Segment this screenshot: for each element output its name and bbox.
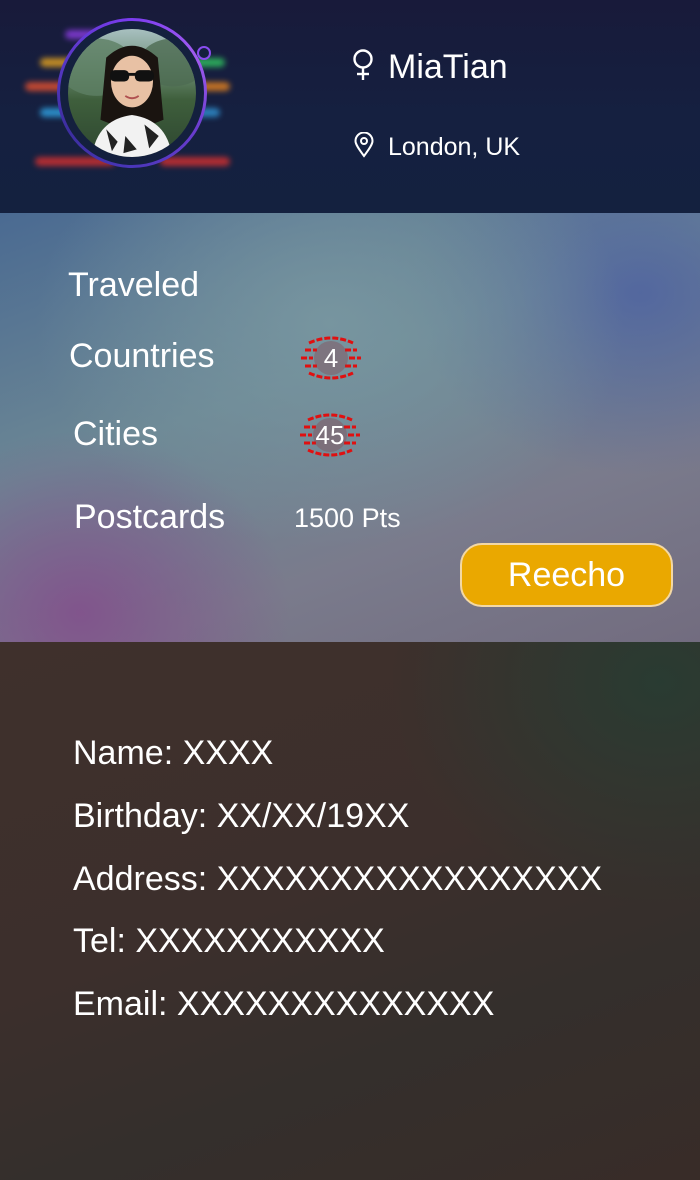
map-pin-icon (354, 131, 374, 163)
info-tel: Tel: XXXXXXXXXXX (73, 922, 385, 960)
cities-badge[interactable]: 45 (298, 410, 362, 460)
info-birthday: Birthday: XX/XX/19XX (73, 797, 410, 835)
female-icon (352, 48, 374, 86)
cities-value: 45 (315, 419, 345, 450)
countries-badge[interactable]: 4 (299, 333, 363, 383)
postcards-label: Postcards (74, 498, 226, 536)
info-address: Address: XXXXXXXXXXXXXXXXX (73, 860, 603, 898)
profile-header: MiaTian London, UK (0, 0, 700, 213)
profile-location: London, UK (388, 132, 521, 161)
profile-location-row: London, UK (354, 130, 520, 164)
profile-name-row: MiaTian (352, 46, 508, 88)
postcards-points: 1500 Pts (294, 503, 401, 533)
cities-label: Cities (73, 415, 159, 453)
ring-handle (197, 46, 211, 60)
info-email: Email: XXXXXXXXXXXXXX (73, 985, 495, 1023)
traveled-heading: Traveled (68, 266, 200, 304)
avatar[interactable] (68, 29, 196, 157)
countries-value: 4 (323, 342, 339, 373)
personal-info-panel: Name: XXXX Birthday: XX/XX/19XX Address:… (0, 642, 700, 1180)
avatar-ring (57, 18, 207, 168)
travel-stats-panel: Traveled Countries 4 Cities 45 Postcards… (0, 213, 700, 642)
info-name: Name: XXXX (73, 734, 274, 772)
reecho-button[interactable]: Reecho (460, 543, 673, 607)
profile-name: MiaTian (388, 47, 508, 86)
avatar-photo (68, 38, 196, 157)
countries-label: Countries (69, 337, 215, 375)
